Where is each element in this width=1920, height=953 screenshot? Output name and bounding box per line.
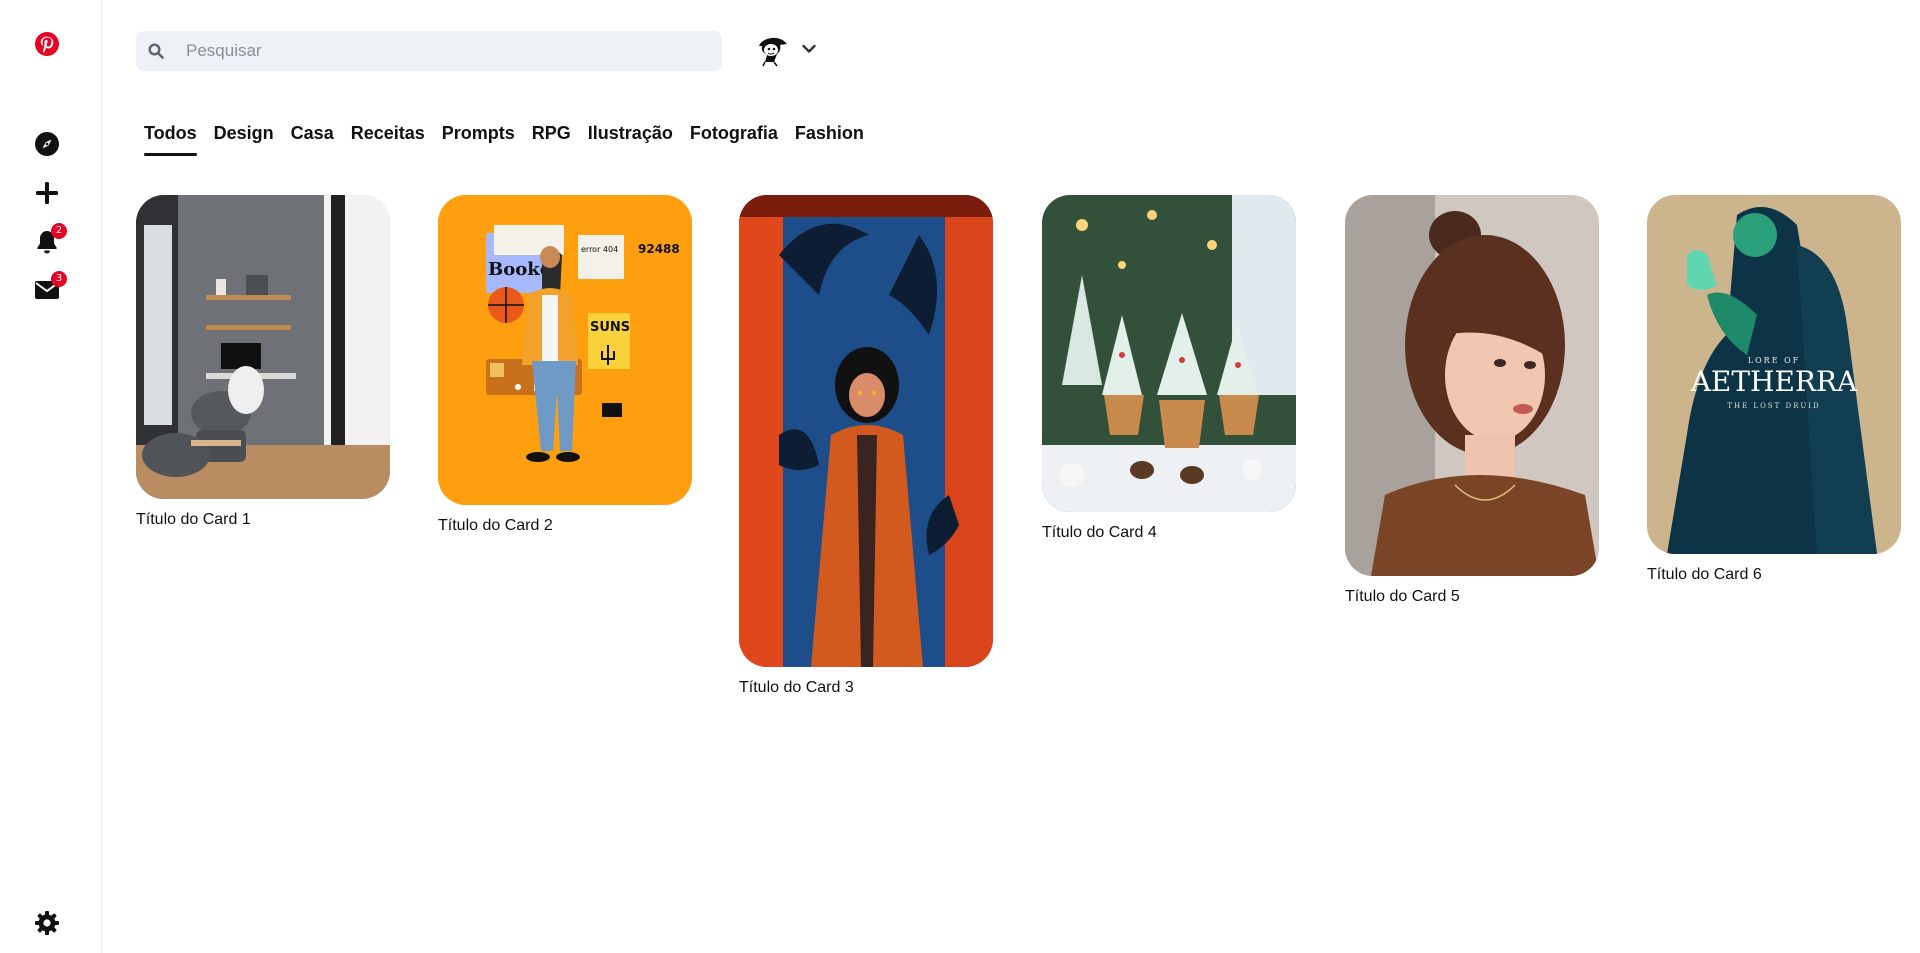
search-icon [136,43,176,59]
pin-card-5[interactable]: Título do Card 5 [1345,195,1599,606]
pin-title-2: Título do Card 2 [438,517,553,534]
pinterest-logo-icon [35,32,59,56]
pin-card-4[interactable]: Título do Card 4 [1042,195,1296,542]
main-content: Todos Design Casa Receitas Prompts RPG I… [102,0,1920,953]
settings-button[interactable] [29,905,65,941]
search-input[interactable] [176,41,696,61]
avatar[interactable] [754,32,790,68]
search-bar[interactable] [136,31,722,71]
plus-icon [36,182,58,204]
category-tabs: Todos Design Casa Receitas Prompts RPG I… [144,123,864,156]
pin-title-6: Título do Card 6 [1647,566,1762,583]
tab-rpg[interactable]: RPG [532,123,571,156]
pin-image-2[interactable]: Booker error 404 92488 SUNS [438,195,692,505]
pin-title-5: Título do Card 5 [1345,588,1460,605]
pinterest-logo[interactable] [29,26,65,62]
poster-text-error: error 404 [581,245,618,254]
cover-text-subtitle: THE LOST DRUID [1727,402,1820,410]
sidebar: 2 3 [0,0,102,953]
pin-title-4: Título do Card 4 [1042,524,1157,541]
pin-card-3[interactable]: Título do Card 3 [739,195,993,697]
poster-text-suns: SUNS [590,320,630,335]
tab-casa[interactable]: Casa [291,123,334,156]
tab-receitas[interactable]: Receitas [351,123,425,156]
pin-title-3: Título do Card 3 [739,679,854,696]
tab-fotografia[interactable]: Fotografia [690,123,778,156]
gear-icon [35,911,59,935]
pin-image-1[interactable] [136,195,390,499]
sidebar-item-create[interactable] [29,175,65,211]
messages-badge: 3 [51,271,67,287]
pin-image-4[interactable] [1042,195,1296,512]
pin-card-2[interactable]: Booker error 404 92488 SUNS Título do Ca… [438,195,692,535]
pin-image-3[interactable] [739,195,993,667]
tab-design[interactable]: Design [214,123,274,156]
poster-text-number: 92488 [638,242,680,256]
pin-title-1: Título do Card 1 [136,511,251,528]
tab-fashion[interactable]: Fashion [795,123,864,156]
chevron-down-icon[interactable] [802,41,816,59]
tab-todos[interactable]: Todos [144,123,197,156]
pin-card-6[interactable]: LORE OF AETHERRA THE LOST DRUID Título d… [1647,195,1901,584]
account-menu[interactable] [754,30,816,70]
tab-prompts[interactable]: Prompts [442,123,515,156]
tab-ilustracao[interactable]: Ilustração [588,123,673,156]
sidebar-item-notifications[interactable]: 2 [29,223,67,260]
sidebar-item-messages[interactable]: 3 [29,271,67,308]
compass-icon [35,132,59,156]
pin-card-1[interactable]: Título do Card 1 [136,195,390,529]
cover-text-title: AETHERRA [1690,365,1858,398]
notifications-badge: 2 [51,223,67,239]
sidebar-item-explore[interactable] [29,126,65,162]
cover-text-top: LORE OF [1748,356,1800,365]
pin-image-5[interactable] [1345,195,1599,576]
pin-image-6[interactable]: LORE OF AETHERRA THE LOST DRUID [1647,195,1901,554]
